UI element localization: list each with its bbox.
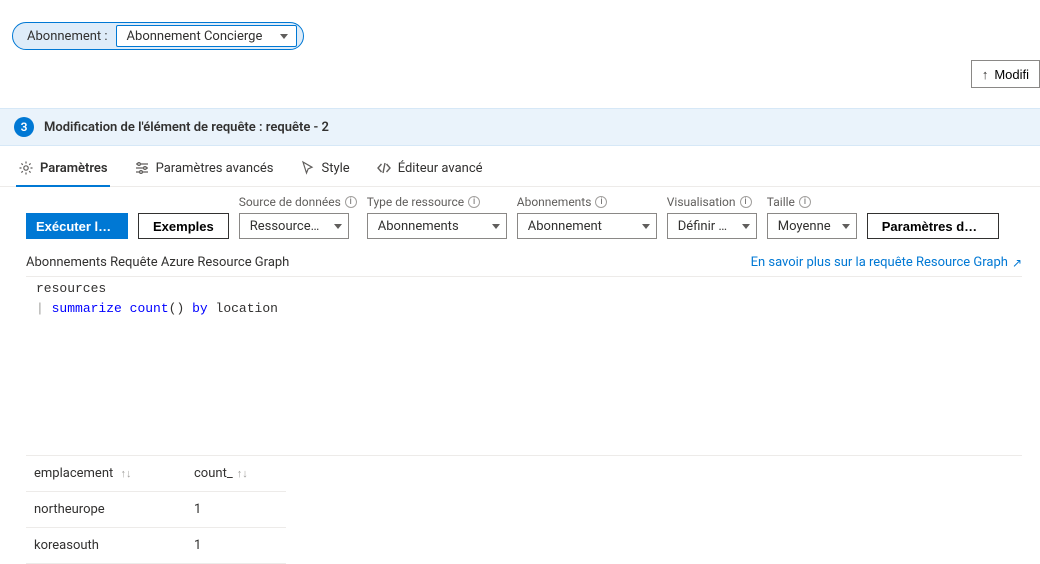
results-table: emplacement ↑↓ count_↑↓ northeurope 1 ko…	[26, 456, 286, 564]
sort-icon: ↑↓	[121, 467, 132, 480]
chevron-down-icon	[334, 224, 342, 229]
resource-type-label: Type de ressource i	[367, 195, 507, 209]
code-summarize: summarize	[52, 301, 122, 316]
cell-location: northeurope	[26, 492, 186, 528]
tab-parameters-label: Paramètres	[40, 161, 108, 176]
top-right-toolbar: ↑ Modifi	[971, 60, 1040, 88]
code-location: location	[216, 301, 278, 316]
modify-button[interactable]: ↑ Modifi	[971, 60, 1040, 88]
cell-count: 1	[186, 492, 286, 528]
examples-button[interactable]: Exemples	[138, 213, 229, 239]
visualization-value: Définir pa...	[678, 219, 734, 234]
tab-advanced-editor-label: Éditeur avancé	[398, 161, 483, 176]
tab-advanced-parameters-label: Paramètres avancés	[156, 161, 274, 176]
info-icon: i	[345, 196, 357, 208]
cell-location: koreasouth	[26, 528, 186, 564]
size-label: Taille i	[767, 195, 857, 209]
subscriptions-select[interactable]: Abonnement	[517, 213, 657, 239]
visualization-select[interactable]: Définir pa...	[667, 213, 757, 239]
section-title: Modification de l'élément de requête : r…	[44, 120, 329, 135]
resource-type-value: Abonnements	[378, 219, 459, 234]
learn-more-label: En savoir plus sur la requête Resource G…	[751, 255, 1008, 270]
table-row[interactable]: northeurope 1	[26, 492, 286, 528]
size-value: Moyenne	[778, 219, 831, 234]
arrow-up-icon: ↑	[982, 68, 989, 81]
data-source-select[interactable]: Ressources Az...	[239, 213, 349, 239]
table-header-row: emplacement ↑↓ count_↑↓	[26, 456, 286, 492]
step-number-badge: 3	[14, 117, 34, 137]
examples-label: Exemples	[153, 219, 214, 234]
subscription-filter-pill: Abonnement : Abonnement Concierge	[12, 22, 304, 50]
column-settings-label: Paramètres de co...	[882, 219, 999, 234]
info-icon: i	[468, 196, 480, 208]
query-info-row: Abonnements Requête Azure Resource Graph…	[0, 249, 1040, 276]
visualization-label: Visualisation i	[667, 195, 757, 209]
run-query-label: Exécuter la req...	[36, 219, 128, 234]
code-parens: ()	[169, 301, 185, 316]
code-by: by	[192, 301, 208, 316]
info-icon: i	[740, 196, 752, 208]
cell-count: 1	[186, 528, 286, 564]
data-source-value: Ressources Az...	[250, 219, 326, 234]
code-pipe: |	[36, 301, 44, 316]
tab-style-label: Style	[322, 161, 350, 176]
results-pane: emplacement ↑↓ count_↑↓ northeurope 1 ko…	[26, 455, 1022, 564]
col-location-header[interactable]: emplacement ↑↓	[26, 456, 186, 492]
info-icon: i	[595, 196, 607, 208]
code-icon	[376, 160, 392, 176]
query-editor[interactable]: resources | summarize count() by locatio…	[26, 276, 1022, 451]
table-row[interactable]: koreasouth 1	[26, 528, 286, 564]
data-source-label: Source de données i	[239, 195, 357, 209]
sliders-icon	[134, 160, 150, 176]
query-description: Abonnements Requête Azure Resource Graph	[26, 255, 289, 270]
resource-type-select[interactable]: Abonnements	[367, 213, 507, 239]
subscription-select[interactable]: Abonnement Concierge	[116, 25, 298, 47]
subscription-label: Abonnement :	[27, 29, 108, 44]
col-count-header[interactable]: count_↑↓	[186, 456, 286, 492]
subscriptions-label: Abonnements i	[517, 195, 657, 209]
tab-advanced-parameters[interactable]: Paramètres avancés	[132, 154, 276, 186]
info-icon: i	[799, 196, 811, 208]
tab-parameters[interactable]: Paramètres	[16, 154, 110, 186]
controls-row: Exécuter la req... Exemples Source de do…	[0, 187, 1040, 249]
subscription-value: Abonnement Concierge	[127, 29, 263, 44]
code-line1: resources	[36, 281, 106, 296]
sort-icon: ↑↓	[237, 467, 248, 480]
tabs-row: Paramètres Paramètres avancés Style Édit…	[0, 146, 1040, 187]
external-link-icon: ↗	[1012, 256, 1022, 270]
section-header: 3 Modification de l'élément de requête :…	[0, 108, 1040, 146]
run-query-button[interactable]: Exécuter la req...	[26, 213, 128, 239]
chevron-down-icon	[742, 224, 750, 229]
chevron-down-icon	[642, 224, 650, 229]
column-settings-button[interactable]: Paramètres de co...	[867, 213, 999, 239]
code-count: count	[130, 301, 169, 316]
gear-icon	[18, 160, 34, 176]
cursor-icon	[300, 160, 316, 176]
chevron-down-icon	[842, 224, 850, 229]
subscriptions-value: Abonnement	[528, 219, 602, 234]
chevron-down-icon	[280, 34, 288, 39]
size-select[interactable]: Moyenne	[767, 213, 857, 239]
tab-style[interactable]: Style	[298, 154, 352, 186]
chevron-down-icon	[492, 224, 500, 229]
learn-more-link[interactable]: En savoir plus sur la requête Resource G…	[751, 255, 1022, 270]
modify-label: Modifi	[994, 67, 1029, 82]
tab-advanced-editor[interactable]: Éditeur avancé	[374, 154, 485, 186]
